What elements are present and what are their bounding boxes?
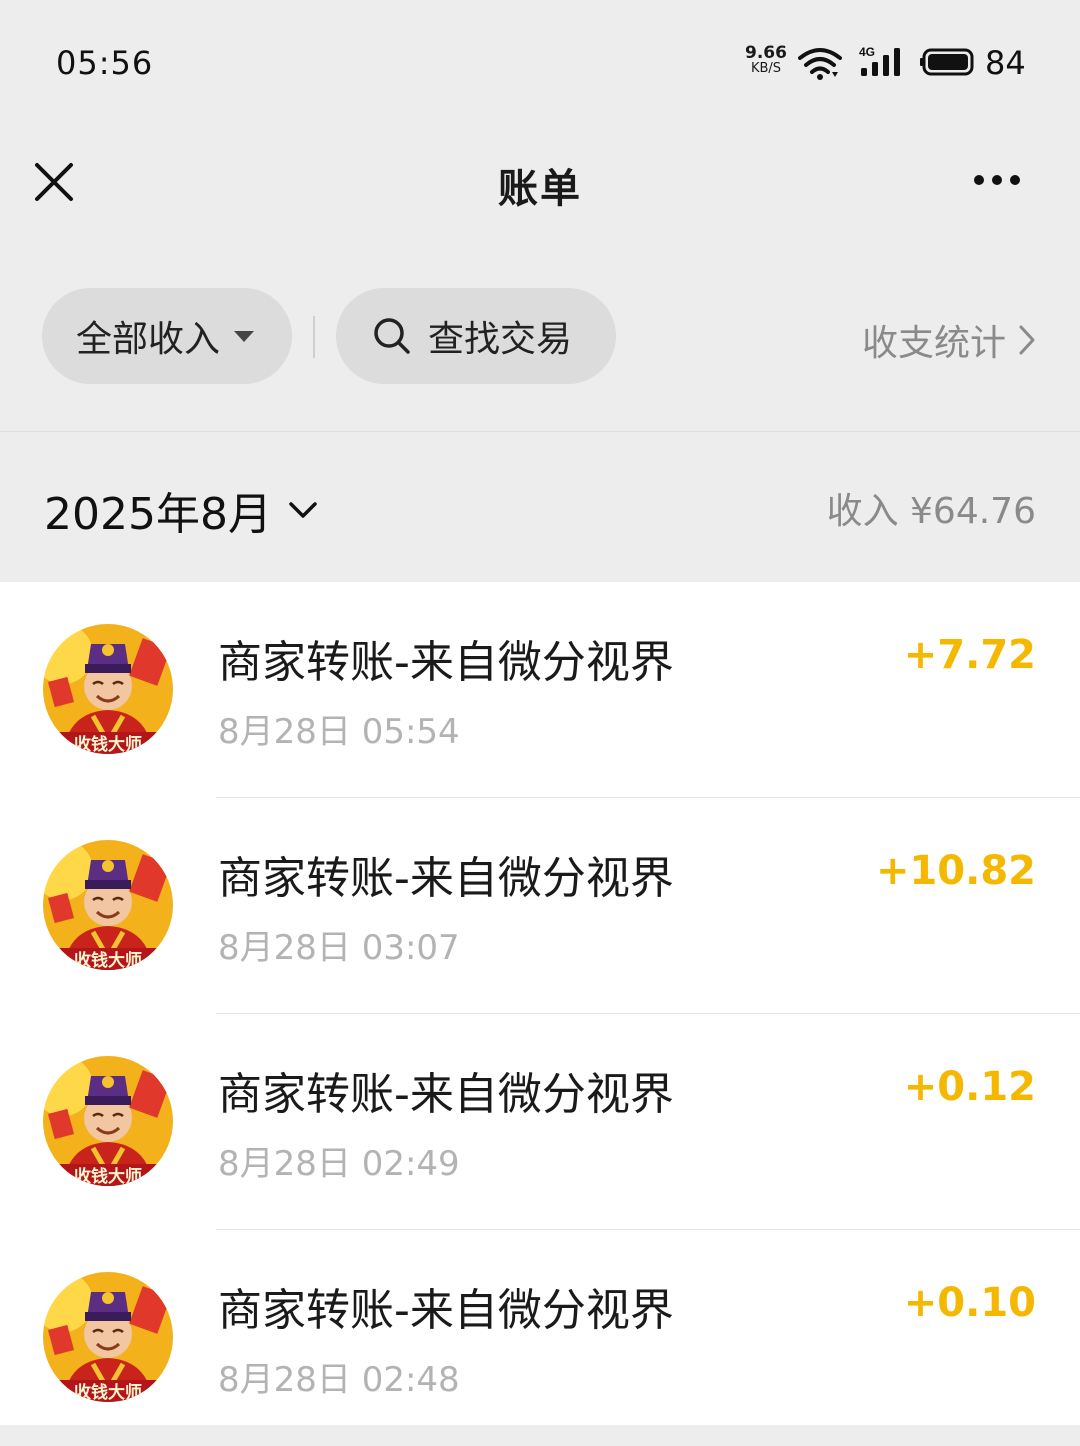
merchant-avatar: 收钱大师	[43, 840, 173, 970]
income-filter-dropdown[interactable]: 全部收入	[42, 288, 292, 384]
network-speed: 9.66 KB/S	[744, 43, 788, 77]
month-header: 2025年8月 收入 ¥64.76	[0, 432, 1080, 582]
transaction-row[interactable]: 收钱大师 商家转账-来自微分视界 8月28日 02:49 +0.12	[0, 1014, 1080, 1230]
transaction-title: 商家转账-来自微分视界	[218, 1069, 674, 1120]
nav-bar: 账单	[0, 120, 1080, 240]
transaction-title: 商家转账-来自微分视界	[218, 637, 674, 688]
chevron-down-icon	[289, 502, 317, 518]
network-speed-unit: KB/S	[750, 61, 782, 76]
transaction-amount: +7.72	[903, 632, 1036, 678]
battery-icon	[920, 48, 974, 76]
transaction-time: 8月28日 05:54	[218, 712, 460, 752]
battery-percent: 84	[985, 44, 1026, 82]
month-label: 2025年8月	[44, 489, 272, 540]
svg-text:收钱大师: 收钱大师	[74, 950, 142, 970]
merchant-avatar: 收钱大师	[43, 624, 173, 754]
god-of-wealth-avatar-icon: 收钱大师	[43, 1272, 173, 1402]
god-of-wealth-avatar-icon: 收钱大师	[43, 1056, 173, 1186]
transaction-row[interactable]: 收钱大师 商家转账-来自微分视界 8月28日 02:48 +0.10	[0, 1230, 1080, 1446]
transaction-row[interactable]: 收钱大师 商家转账-来自微分视界 8月28日 05:54 +7.72	[0, 582, 1080, 798]
more-icon	[992, 175, 1002, 185]
signal-4g-label: 4G	[859, 45, 875, 59]
search-icon	[374, 318, 410, 354]
merchant-avatar: 收钱大师	[43, 1056, 173, 1186]
search-transactions-label: 查找交易	[428, 319, 573, 360]
transaction-time: 8月28日 02:49	[218, 1144, 460, 1184]
wifi-icon	[798, 48, 842, 80]
merchant-avatar: 收钱大师	[43, 1272, 173, 1402]
filter-bar: 全部收入 查找交易 收支统计	[0, 288, 1080, 388]
transaction-amount: +10.82	[875, 848, 1036, 894]
page-title: 账单	[498, 165, 582, 212]
svg-text:收钱大师: 收钱大师	[74, 1382, 142, 1402]
status-bar: 05:56 9.66 KB/S 4G 84	[0, 0, 1080, 120]
stats-link-label: 收支统计	[861, 323, 1006, 364]
network-speed-value: 9.66	[745, 43, 787, 63]
more-icon	[974, 175, 984, 185]
svg-text:收钱大师: 收钱大师	[74, 1166, 142, 1186]
transaction-list: 收钱大师 商家转账-来自微分视界 8月28日 05:54 +7.72 收钱大师 …	[0, 582, 1080, 1425]
transaction-row[interactable]: 收钱大师 商家转账-来自微分视界 8月28日 03:07 +10.82	[0, 798, 1080, 1014]
filter-divider	[313, 316, 315, 358]
transaction-amount: +0.12	[903, 1064, 1036, 1110]
month-picker[interactable]: 2025年8月	[44, 478, 318, 542]
cellular-signal-icon: 4G	[859, 45, 900, 76]
transaction-title: 商家转账-来自微分视界	[218, 1285, 674, 1336]
caret-down-icon	[234, 330, 255, 342]
more-icon	[1010, 175, 1020, 185]
transaction-title: 商家转账-来自微分视界	[218, 853, 674, 904]
month-income-summary: 收入 ¥64.76	[826, 491, 1036, 532]
god-of-wealth-avatar-icon: 收钱大师	[43, 840, 173, 970]
svg-text:收钱大师: 收钱大师	[74, 734, 142, 754]
search-transactions-button[interactable]: 查找交易	[336, 288, 616, 384]
more-options-button[interactable]	[974, 170, 1034, 194]
transaction-time: 8月28日 02:48	[218, 1360, 460, 1400]
income-filter-label: 全部收入	[76, 319, 221, 360]
transaction-time: 8月28日 03:07	[218, 928, 460, 968]
status-time: 05:56	[56, 44, 154, 82]
chevron-right-icon	[1019, 325, 1035, 355]
god-of-wealth-avatar-icon: 收钱大师	[43, 624, 173, 754]
income-expense-stats-link[interactable]: 收支统计	[862, 314, 1036, 366]
transaction-amount: +0.10	[903, 1280, 1036, 1326]
